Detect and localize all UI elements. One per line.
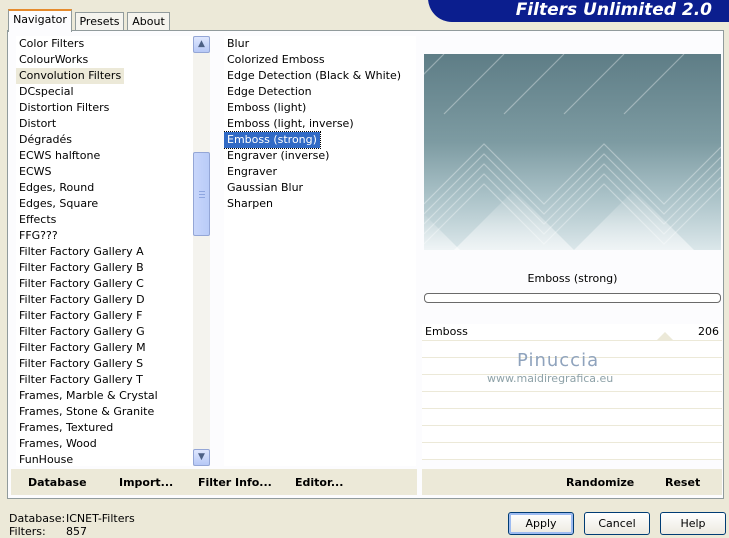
list-item[interactable]: ECWS bbox=[16, 164, 55, 180]
param-emboss-label: Emboss bbox=[425, 325, 468, 338]
randomize-button[interactable]: Randomize bbox=[566, 476, 634, 489]
preview-pattern bbox=[424, 54, 721, 250]
brand-banner: Filters Unlimited 2.0 bbox=[428, 0, 729, 22]
list-item[interactable]: Engraver bbox=[224, 164, 280, 180]
list-item[interactable]: Gaussian Blur bbox=[224, 180, 306, 196]
progress-bar bbox=[424, 293, 721, 303]
category-scrollbar[interactable]: ▲ ▼ bbox=[193, 36, 210, 466]
list-item[interactable]: Frames, Marble & Crystal bbox=[16, 388, 161, 404]
preview-filter-name: Emboss (strong) bbox=[527, 272, 618, 285]
list-item[interactable]: Emboss (light, inverse) bbox=[224, 116, 357, 132]
list-item[interactable]: Emboss (strong) bbox=[224, 131, 321, 149]
param-emboss-row[interactable]: Emboss 206 bbox=[422, 324, 722, 341]
list-item[interactable]: Frames, Stone & Granite bbox=[16, 404, 157, 420]
scroll-down-icon[interactable]: ▼ bbox=[193, 449, 210, 466]
scroll-thumb[interactable] bbox=[193, 152, 210, 236]
list-item[interactable]: ColourWorks bbox=[16, 52, 91, 68]
list-item[interactable]: Dégradés bbox=[16, 132, 75, 148]
param-row-empty-6 bbox=[422, 426, 722, 443]
list-item[interactable]: Filter Factory Gallery M bbox=[16, 340, 149, 356]
list-item[interactable]: Filter Factory Gallery F bbox=[16, 308, 145, 324]
list-item[interactable]: Filter Factory Gallery A bbox=[16, 244, 147, 260]
preview-image bbox=[424, 54, 721, 250]
list-item[interactable]: Frames, Wood bbox=[16, 436, 100, 452]
param-emboss-slider-thumb[interactable] bbox=[657, 332, 673, 340]
list-item[interactable]: FFG??? bbox=[16, 228, 61, 244]
list-item[interactable]: Edge Detection bbox=[224, 84, 315, 100]
tab-navigator[interactable]: Navigator bbox=[8, 9, 72, 32]
list-item[interactable]: Filter Factory Gallery T bbox=[16, 372, 146, 388]
status-database-label: Database: bbox=[9, 512, 66, 525]
list-item[interactable]: Distort bbox=[16, 116, 59, 132]
filter-info-button[interactable]: Filter Info... bbox=[198, 476, 272, 489]
list-item[interactable]: Filter Factory Gallery D bbox=[16, 292, 148, 308]
param-row-empty-5 bbox=[422, 409, 722, 426]
list-item[interactable]: Effects bbox=[16, 212, 59, 228]
status-filters-value: 857 bbox=[66, 525, 87, 538]
import-button[interactable]: Import... bbox=[119, 476, 173, 489]
watermark-url: www.maidiregrafica.eu bbox=[487, 372, 614, 385]
list-item[interactable]: Filter Factory Gallery S bbox=[16, 356, 146, 372]
list-item[interactable]: Filter Factory Gallery C bbox=[16, 276, 147, 292]
tab-presets[interactable]: Presets bbox=[75, 12, 124, 31]
tab-about[interactable]: About bbox=[127, 12, 170, 31]
cancel-button[interactable]: Cancel bbox=[584, 512, 650, 535]
watermark-name: Pinuccia bbox=[517, 350, 600, 371]
list-item[interactable]: Convolution Filters bbox=[16, 68, 125, 84]
list-item[interactable]: DCspecial bbox=[16, 84, 77, 100]
list-item[interactable]: Color Filters bbox=[16, 36, 87, 52]
list-item[interactable]: Edges, Round bbox=[16, 180, 97, 196]
list-item[interactable]: Distortion Filters bbox=[16, 100, 112, 116]
scroll-up-icon[interactable]: ▲ bbox=[193, 36, 210, 53]
param-row-empty-7 bbox=[422, 443, 722, 460]
database-button[interactable]: Database bbox=[28, 476, 87, 489]
status-filters-label: Filters: bbox=[9, 525, 46, 538]
list-item[interactable]: ECWS halftone bbox=[16, 148, 103, 164]
list-item[interactable]: Edge Detection (Black & White) bbox=[224, 68, 404, 84]
list-item[interactable]: Emboss (light) bbox=[224, 100, 309, 116]
reset-button[interactable]: Reset bbox=[665, 476, 700, 489]
list-item[interactable]: Engraver (inverse) bbox=[224, 148, 332, 164]
status-database-value: ICNET-Filters bbox=[66, 512, 135, 525]
list-item[interactable]: Sharpen bbox=[224, 196, 276, 212]
category-list[interactable]: Color Filters ColourWorks Convolution Filt… bbox=[16, 36, 193, 466]
list-item[interactable]: Filter Factory Gallery B bbox=[16, 260, 147, 276]
apply-button[interactable]: Apply bbox=[508, 512, 574, 535]
list-item[interactable]: Edges, Square bbox=[16, 196, 101, 212]
filter-list[interactable]: Blur Colorized Emboss Edge Detection (Blac… bbox=[224, 36, 416, 466]
list-item[interactable]: Filter Factory Gallery G bbox=[16, 324, 148, 340]
param-row-empty-4 bbox=[422, 392, 722, 409]
list-item[interactable]: Colorized Emboss bbox=[224, 52, 328, 68]
list-item[interactable]: Blur bbox=[224, 36, 252, 52]
list-item[interactable]: Frames, Textured bbox=[16, 420, 116, 436]
param-emboss-value: 206 bbox=[698, 325, 719, 338]
list-item[interactable]: FunHouse bbox=[16, 452, 76, 466]
editor-button[interactable]: Editor... bbox=[295, 476, 343, 489]
help-button[interactable]: Help bbox=[660, 512, 726, 535]
